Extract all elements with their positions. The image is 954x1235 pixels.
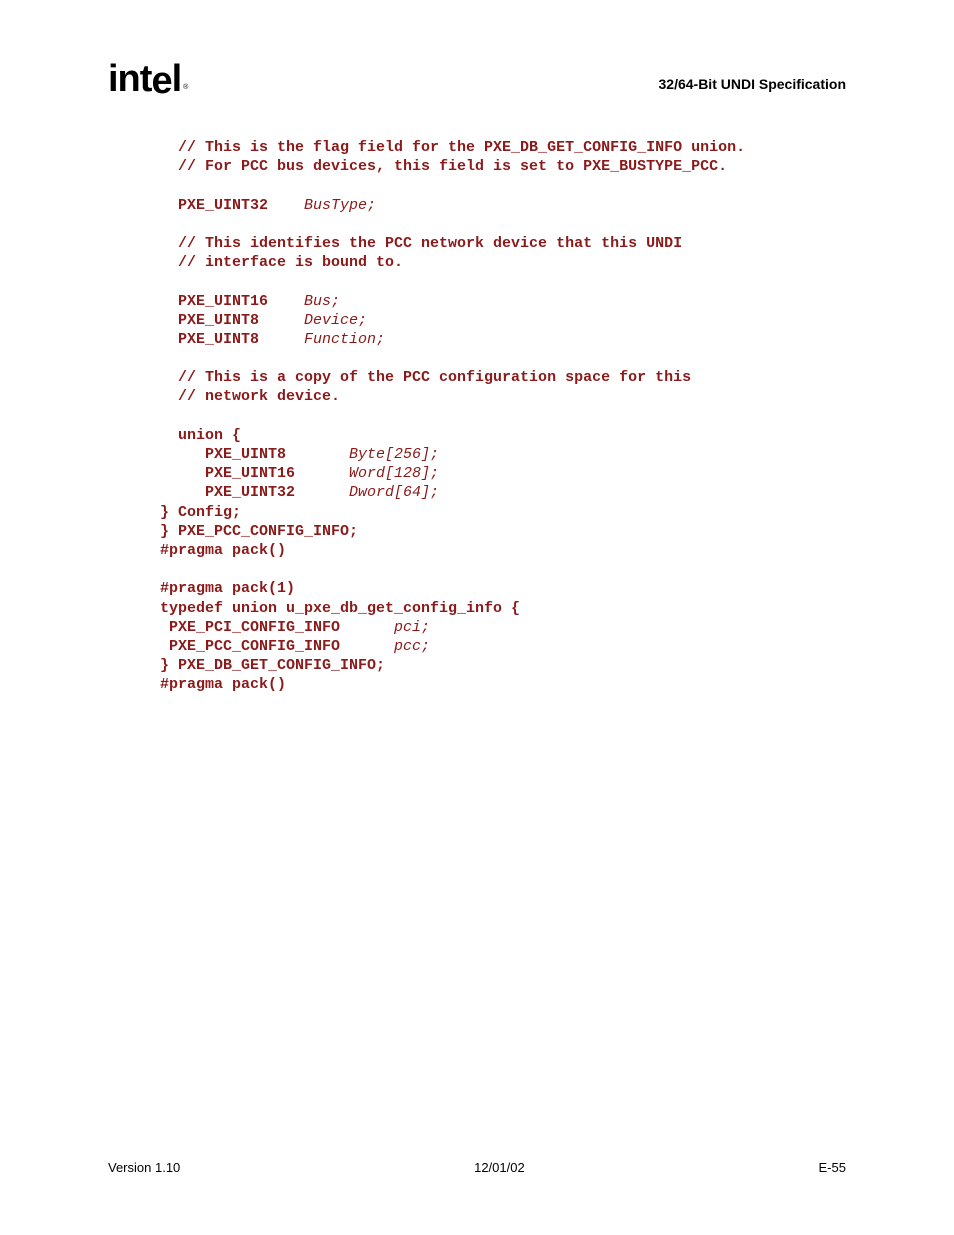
code-line: // interface is bound to.: [160, 254, 403, 271]
code-line: PXE_UINT8 Device;: [160, 312, 367, 329]
code-line: PXE_PCC_CONFIG_INFO pcc;: [160, 638, 430, 655]
code-line: // This is the flag field for the PXE_DB…: [160, 139, 745, 156]
footer-page: E-55: [819, 1160, 846, 1175]
code-block: // This is the flag field for the PXE_DB…: [160, 138, 846, 694]
code-line: typedef union u_pxe_db_get_config_info {: [160, 600, 520, 617]
code-line: PXE_UINT8 Function;: [160, 331, 385, 348]
code-line: // For PCC bus devices, this field is se…: [160, 158, 727, 175]
code-line: PXE_UINT32 BusType;: [160, 197, 376, 214]
code-line: PXE_UINT16 Bus;: [160, 293, 340, 310]
code-line: } PXE_DB_GET_CONFIG_INFO;: [160, 657, 385, 674]
code-line: // network device.: [160, 388, 340, 405]
code-line: union {: [160, 427, 241, 444]
code-line: #pragma pack(): [160, 542, 286, 559]
code-line: PXE_PCI_CONFIG_INFO pci;: [160, 619, 430, 636]
footer-date: 12/01/02: [474, 1160, 525, 1175]
footer-version: Version 1.10: [108, 1160, 180, 1175]
code-line: #pragma pack(1): [160, 580, 295, 597]
code-line: // This identifies the PCC network devic…: [160, 235, 682, 252]
spec-title: 32/64-Bit UNDI Specification: [659, 76, 847, 98]
page-header: intel® 32/64-Bit UNDI Specification: [108, 60, 846, 98]
code-line: PXE_UINT16 Word[128];: [160, 465, 439, 482]
page: intel® 32/64-Bit UNDI Specification // T…: [0, 0, 954, 1235]
code-line: } Config;: [160, 504, 241, 521]
code-line: #pragma pack(): [160, 676, 286, 693]
page-footer: Version 1.10 12/01/02 E-55: [108, 1160, 846, 1175]
intel-logo: intel®: [108, 60, 185, 98]
code-line: PXE_UINT8 Byte[256];: [160, 446, 439, 463]
code-line: } PXE_PCC_CONFIG_INFO;: [160, 523, 358, 540]
code-line: // This is a copy of the PCC configurati…: [160, 369, 691, 386]
code-line: PXE_UINT32 Dword[64];: [160, 484, 439, 501]
